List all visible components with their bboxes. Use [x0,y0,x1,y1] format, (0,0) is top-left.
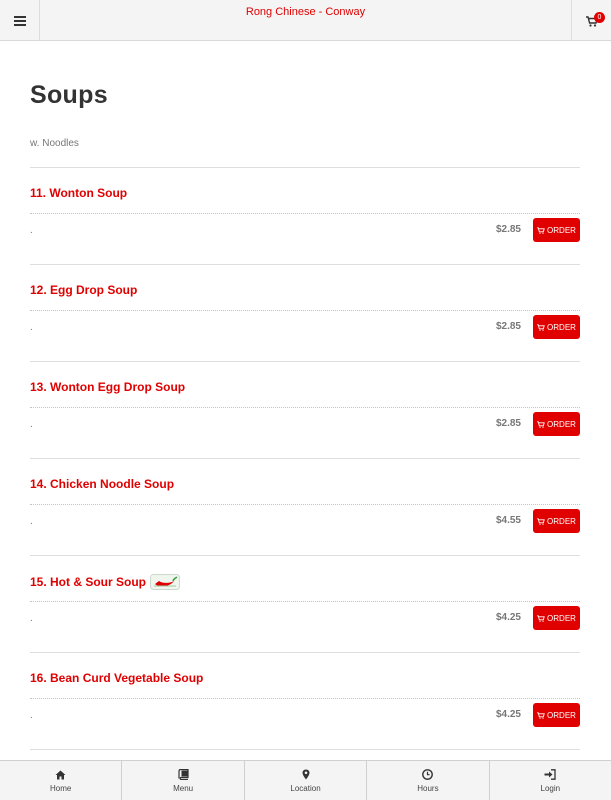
nav-home-label: Home [50,783,72,793]
section-title: Soups [30,81,108,109]
item-price: $4.25 [495,612,521,623]
item-name-text: 12. Egg Drop Soup [30,283,138,297]
order-button-label: ORDER [547,613,576,623]
nav-hours[interactable]: Hours [367,761,490,800]
sign-in-icon [544,769,556,781]
item-name[interactable]: 16. Bean Curd Vegetable Soup [30,671,203,685]
spicy-pepper-icon [150,574,181,590]
item-description: . [30,710,33,721]
item-name[interactable]: 11. Wonton Soup [30,186,127,200]
item-name-text: 11. Wonton Soup [30,186,128,200]
cart-plus-icon [537,226,545,234]
nav-hours-label: Hours [417,783,439,793]
cart-plus-icon [537,420,545,428]
order-button[interactable]: ORDER [533,218,580,242]
order-button[interactable]: ORDER [533,703,580,727]
top-bar: Rong Chinese - Conway 0 [0,0,611,41]
nav-home[interactable]: Home [0,761,123,800]
item-divider [30,601,580,602]
item-price: $2.85 [495,418,521,429]
item-price: $4.25 [495,709,521,720]
nav-location[interactable]: Location [245,761,368,800]
item-divider [30,698,580,699]
item-name-text: 16. Bean Curd Vegetable Soup [30,671,204,685]
item-name-text: 14. Chicken Noodle Soup [30,477,175,491]
nav-location-label: Location [290,783,321,793]
menu-item: 12. Egg Drop Soup . $2.85 ORDER [30,265,580,362]
item-divider [30,504,580,505]
nav-menu[interactable]: Menu [122,761,245,800]
item-price: $2.85 [495,224,521,235]
item-description: . [30,225,33,236]
order-button[interactable]: ORDER [533,509,580,533]
order-button-label: ORDER [547,419,576,429]
menu-item: 16. Bean Curd Vegetable Soup . $4.25 ORD… [30,653,580,750]
menu-item: 15. Hot & Sour Soup . $4.25 ORDER [30,556,580,653]
app-title: Rong Chinese - Conway [245,6,366,18]
item-description: . [30,322,33,333]
item-description: . [30,613,33,624]
cart-button[interactable]: 0 [571,0,611,41]
item-name[interactable]: 12. Egg Drop Soup [30,283,137,297]
item-name-text: 13. Wonton Egg Drop Soup [30,380,186,394]
section-note: w. Noodles [30,138,79,149]
order-button[interactable]: ORDER [533,315,580,339]
order-button-label: ORDER [547,516,576,526]
cart-plus-icon [537,323,545,331]
clock-icon [422,769,434,781]
order-button-label: ORDER [547,710,576,720]
nav-login[interactable]: Login [490,761,611,800]
item-price: $2.85 [495,321,521,332]
menu-item: 13. Wonton Egg Drop Soup . $2.85 ORDER [30,362,580,459]
nav-login-label: Login [540,783,561,793]
cart-plus-icon [537,614,545,622]
item-name-text: 15. Hot & Sour Soup [30,575,147,589]
item-name[interactable]: 14. Chicken Noodle Soup [30,477,174,491]
menu-item: 14. Chicken Noodle Soup . $4.55 ORDER [30,459,580,556]
order-button-label: ORDER [547,225,576,235]
order-button[interactable]: ORDER [533,606,580,630]
item-price: $4.55 [495,515,521,526]
item-name[interactable]: 13. Wonton Egg Drop Soup [30,380,185,394]
bottom-nav: Home Menu Location Hours Login [0,760,611,800]
cart-plus-icon [537,517,545,525]
item-name[interactable]: 15. Hot & Sour Soup [30,574,181,590]
item-description: . [30,419,33,430]
order-button-label: ORDER [547,322,576,332]
cart-count-badge: 0 [594,12,605,23]
menu-item: 11. Wonton Soup . $2.85 ORDER [30,168,580,265]
cart-plus-icon [537,711,545,719]
item-divider [30,407,580,408]
order-button[interactable]: ORDER [533,412,580,436]
item-divider [30,310,580,311]
nav-menu-label: Menu [173,783,194,793]
map-marker-icon [302,769,310,781]
home-icon [55,769,66,781]
item-description: . [30,516,33,527]
item-divider [30,213,580,214]
book-icon [178,769,189,781]
